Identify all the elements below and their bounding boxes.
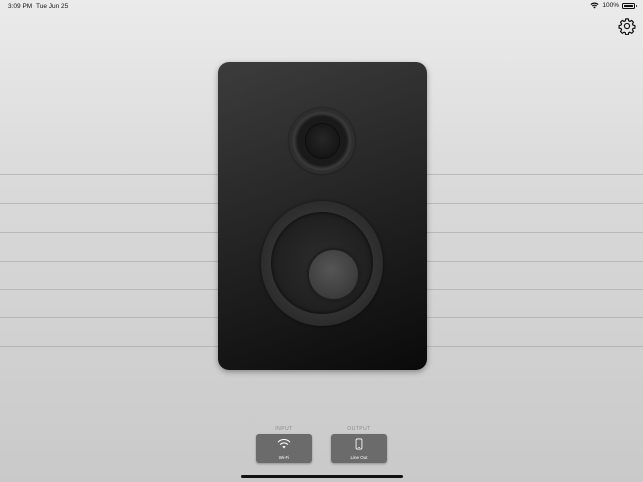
wifi-icon [277,439,291,449]
tweeter [289,108,355,174]
tweeter-dome [306,124,339,158]
output-line-out-button[interactable]: Line Out [331,434,387,463]
wifi-icon [590,2,599,9]
status-right: 100% [590,2,637,9]
output-label: OUTPUT [347,426,371,432]
settings-button[interactable] [618,17,636,36]
battery-percent: 100% [602,2,619,9]
input-button-label: Wi-Fi [278,455,290,460]
gear-icon [618,18,636,36]
home-indicator[interactable] [241,475,403,478]
input-wifi-button[interactable]: Wi-Fi [256,434,312,463]
woofer-cone [271,212,373,314]
status-date: Tue Jun 25 [36,3,69,10]
woofer-dust-cap [309,250,358,299]
battery-fill [624,4,633,7]
status-bar: 3:09 PM Tue Jun 25 100% [0,0,643,14]
status-time: 3:09 PM [8,3,33,10]
output-button-label: Line Out [350,455,368,460]
input-label: INPUT [275,426,293,432]
battery-icon [622,2,637,9]
phone-icon [355,438,363,450]
speaker-cabinet [218,62,427,370]
woofer [261,201,383,326]
